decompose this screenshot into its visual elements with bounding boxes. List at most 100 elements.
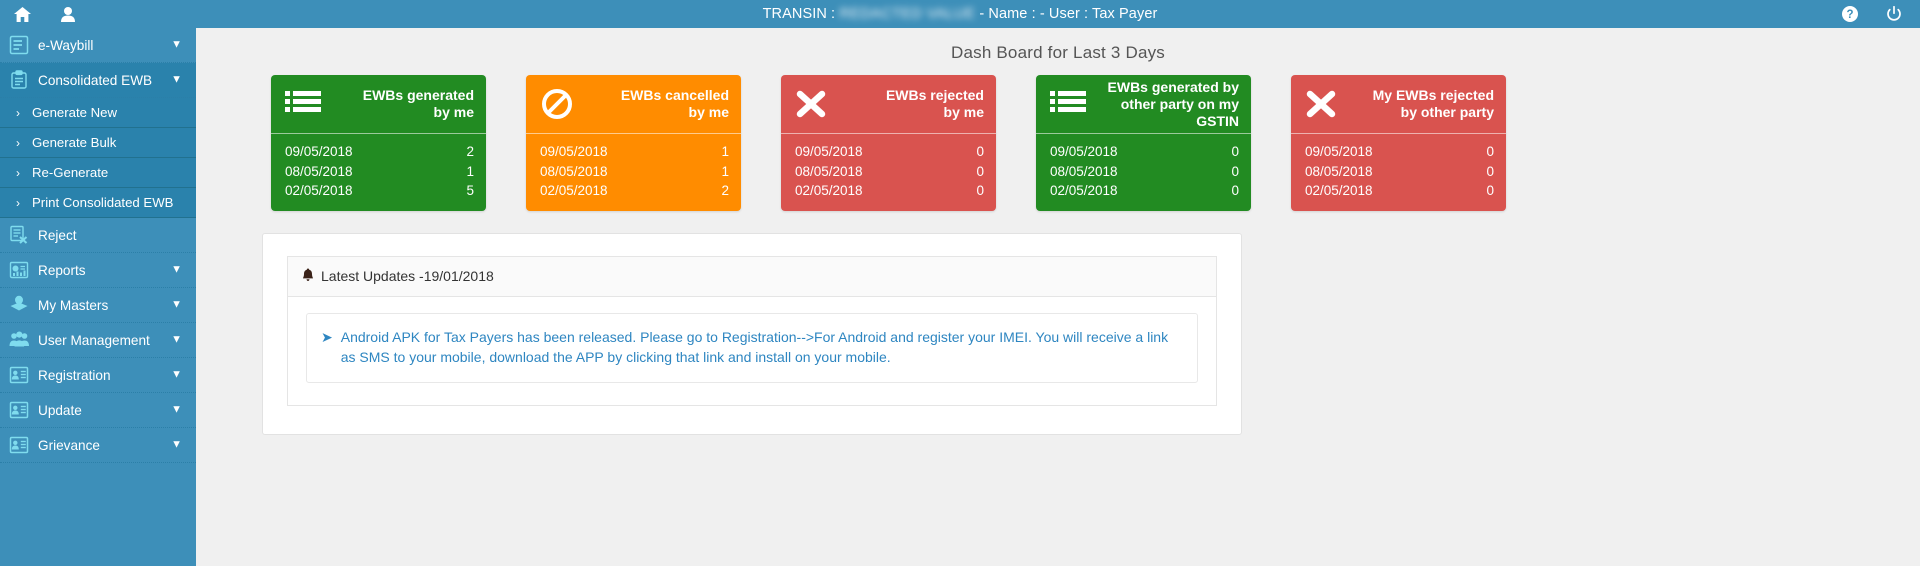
card-data-row: 09/05/2018 1	[540, 142, 729, 162]
card-row-value: 0	[1486, 144, 1494, 159]
masters-icon	[8, 294, 30, 316]
card-title-line1: EWBs cancelled	[620, 87, 729, 103]
card-body: 09/05/2018 0 08/05/2018 0 02/05/2018 0	[1036, 133, 1251, 211]
card-row-value: 1	[721, 163, 729, 179]
user-icon[interactable]	[61, 6, 75, 22]
card-ewbs-cancelled-by-me[interactable]: EWBs cancelled by me 09/05/2018 1 08/05/…	[526, 75, 741, 211]
card-row-date: 02/05/2018	[1050, 183, 1118, 198]
sidebar-item-registration[interactable]: Registration ▼	[0, 358, 196, 393]
card-title-line2: by me	[943, 104, 984, 120]
card-my-ewbs-rejected-by-other-party[interactable]: My EWBs rejected by other party 09/05/20…	[1291, 75, 1506, 211]
card-data-row: 08/05/2018 0	[795, 162, 984, 182]
chevron-down-icon[interactable]: ▼	[171, 299, 182, 311]
id-card-icon	[8, 399, 30, 421]
card-title-line1: EWBs rejected	[885, 87, 984, 103]
sidebar-item-label: Registration	[38, 367, 111, 383]
chevron-down-icon[interactable]: ▼	[171, 369, 182, 381]
page-title: Dash Board for Last 3 Days	[950, 43, 1166, 62]
card-title-line2: by me	[433, 104, 474, 120]
card-title-line2: by me	[688, 104, 729, 120]
times-icon	[795, 89, 827, 119]
transin-value-redacted: REDACTED VALUE	[839, 6, 976, 23]
card-row-value: 5	[466, 183, 474, 198]
card-row-date: 09/05/2018	[1050, 144, 1118, 159]
chevron-down-icon[interactable]: ▼	[171, 404, 182, 416]
sidebar-item-consolidated-ewb[interactable]: Consolidated EWB ▼	[0, 63, 196, 98]
home-icon[interactable]	[14, 6, 31, 22]
id-card-icon	[8, 434, 30, 456]
card-row-date: 02/05/2018	[285, 183, 353, 198]
notice-item[interactable]: ➤ Android APK for Tax Payers has been re…	[306, 312, 1198, 383]
sidebar-item-generate-bulk[interactable]: › Generate Bulk	[0, 128, 196, 158]
header-right-icons: ?	[1842, 0, 1902, 28]
sidebar-item-grievance[interactable]: Grievance ▼	[0, 428, 196, 463]
sidebar-item-update[interactable]: Update ▼	[0, 393, 196, 428]
card-header: My EWBs rejected by other party	[1291, 75, 1506, 133]
card-ewbs-rejected-by-me[interactable]: EWBs rejected by me 09/05/2018 0 08/05/2…	[781, 75, 996, 211]
card-ewbs-generated-by-other-party[interactable]: EWBs generated by other party on my GSTI…	[1036, 75, 1251, 211]
card-row-value: 0	[976, 144, 984, 159]
chevron-down-icon[interactable]: ▼	[171, 74, 182, 86]
arrow-right-icon: ➤	[321, 328, 333, 345]
sidebar-item-label: My Masters	[38, 297, 109, 313]
card-row-date: 09/05/2018	[795, 144, 863, 159]
card-row-date: 09/05/2018	[540, 144, 608, 159]
clipboard-icon	[8, 69, 30, 91]
card-row-value: 1	[466, 163, 474, 179]
card-row-date: 02/05/2018	[1305, 183, 1373, 198]
chevron-right-icon: ›	[16, 135, 20, 150]
sidebar-item-label: Re-Generate	[32, 165, 109, 180]
header-title-suffix: - Name : - User : Tax Payer	[979, 5, 1158, 22]
card-row-value: 0	[976, 183, 984, 198]
sidebar-item-user-management[interactable]: User Management ▼	[0, 323, 196, 358]
latest-updates-header: Latest Updates -19/01/2018	[287, 255, 1217, 296]
sidebar-item-label: Generate New	[32, 105, 118, 120]
sidebar-item-label: User Management	[38, 332, 150, 348]
list-icon	[1050, 89, 1086, 119]
card-row-date: 02/05/2018	[795, 183, 863, 198]
chevron-right-icon: ›	[16, 105, 20, 120]
card-title-line1: EWBs generated by	[1107, 78, 1239, 95]
sidebar-item-reports[interactable]: Reports ▼	[0, 253, 196, 288]
card-body: 09/05/2018 0 08/05/2018 0 02/05/2018 0	[781, 133, 996, 211]
sidebar-item-my-masters[interactable]: My Masters ▼	[0, 288, 196, 323]
report-chart-icon	[8, 259, 30, 281]
latest-updates-body: ➤ Android APK for Tax Payers has been re…	[287, 295, 1217, 406]
power-icon[interactable]	[1886, 6, 1902, 22]
chevron-down-icon[interactable]: ▼	[171, 439, 182, 451]
header-title-prefix: TRANSIN :	[762, 5, 836, 22]
sidebar-item-re-generate[interactable]: › Re-Generate	[0, 158, 196, 188]
card-body: 09/05/2018 1 08/05/2018 1 02/05/2018 2	[526, 133, 741, 211]
card-title-line2: by other party	[1400, 104, 1494, 120]
sidebar-item-label: Consolidated EWB	[38, 72, 153, 88]
notice-text: Android APK for Tax Payers has been rele…	[340, 328, 1169, 365]
card-data-row: 09/05/2018 0	[1305, 142, 1494, 162]
sidebar-item-reject[interactable]: Reject	[0, 218, 196, 253]
card-data-row: 02/05/2018 2	[540, 181, 729, 201]
sidebar-item-label: Grievance	[38, 437, 100, 453]
card-row-date: 08/05/2018	[285, 163, 353, 179]
chevron-down-icon[interactable]: ▼	[171, 264, 182, 276]
card-row-date: 08/05/2018	[1305, 163, 1373, 179]
sidebar-item-e-waybill[interactable]: e-Waybill ▼	[0, 28, 196, 63]
card-row-value: 0	[1231, 183, 1239, 198]
sidebar-item-label: Generate Bulk	[32, 135, 117, 150]
card-ewbs-generated-by-me[interactable]: EWBs generated by me 09/05/2018 2 08/05/…	[271, 75, 486, 211]
sidebar-item-label: Reject	[38, 227, 77, 243]
latest-updates-panel: Latest Updates -19/01/2018 ➤ Android APK…	[262, 232, 1242, 435]
svg-text:?: ?	[1846, 9, 1853, 21]
sidebar-item-print-consolidated-ewb[interactable]: › Print Consolidated EWB	[0, 188, 196, 218]
chevron-down-icon[interactable]: ▼	[171, 334, 182, 346]
card-title-line1: EWBs generated	[362, 87, 474, 103]
card-row-value: 0	[1231, 144, 1239, 159]
card-data-row: 02/05/2018 0	[1050, 181, 1239, 201]
sidebar-item-generate-new[interactable]: › Generate New	[0, 98, 196, 128]
document-lines-icon	[8, 34, 30, 56]
card-data-row: 09/05/2018 2	[285, 142, 474, 162]
card-header: EWBs rejected by me	[781, 75, 996, 133]
card-data-row: 08/05/2018 0	[1305, 162, 1494, 182]
chevron-down-icon[interactable]: ▼	[171, 39, 182, 51]
card-row-value: 0	[976, 163, 984, 179]
card-data-row: 09/05/2018 0	[1050, 142, 1239, 162]
help-icon[interactable]: ?	[1842, 6, 1858, 22]
